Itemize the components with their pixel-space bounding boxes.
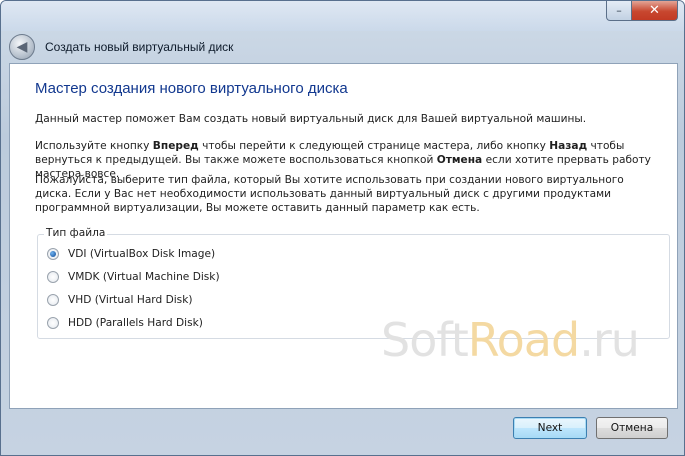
intro-text: Данный мастер поможет Вам создать новый … [35, 113, 587, 125]
radio-label: VMDK (Virtual Machine Disk) [68, 271, 220, 283]
radio-option-vdi[interactable]: VDI (VirtualBox Disk Image) [47, 248, 215, 260]
close-button[interactable]: ✕ [632, 1, 678, 21]
radio-label: HDD (Parallels Hard Disk) [68, 317, 203, 329]
radio-button[interactable] [47, 317, 59, 329]
cancel-button[interactable]: Отмена [596, 417, 668, 439]
radio-label: VDI (VirtualBox Disk Image) [68, 248, 216, 260]
wizard-window: – ✕ ◀ Создать новый виртуальный диск Мас… [0, 0, 685, 456]
minimize-button[interactable]: – [606, 1, 632, 21]
radio-button[interactable] [47, 248, 59, 260]
back-arrow-icon[interactable]: ◀ [9, 34, 35, 60]
radio-option-hdd[interactable]: HDD (Parallels Hard Disk) [47, 317, 203, 329]
window-controls: – ✕ [606, 1, 678, 21]
radio-label: VHD (Virtual Hard Disk) [68, 294, 193, 306]
radio-option-vmdk[interactable]: VMDK (Virtual Machine Disk) [47, 271, 220, 283]
radio-button[interactable] [47, 294, 59, 306]
file-type-legend: Тип файла [44, 227, 108, 239]
radio-option-vhd[interactable]: VHD (Virtual Hard Disk) [47, 294, 192, 306]
window-title: Создать новый виртуальный диск [45, 40, 234, 54]
choose-type-text: Пожалуйста, выберите тип файла, который … [35, 174, 624, 214]
radio-button[interactable] [47, 271, 59, 283]
wizard-heading: Мастер создания нового виртуального диск… [35, 80, 348, 97]
next-button[interactable]: Next [513, 417, 587, 439]
watermark-logo: SoftRoad.ru [381, 313, 640, 367]
wizard-nav-row: ◀ Создать новый виртуальный диск [9, 31, 678, 63]
title-bar: – ✕ [1, 1, 684, 31]
